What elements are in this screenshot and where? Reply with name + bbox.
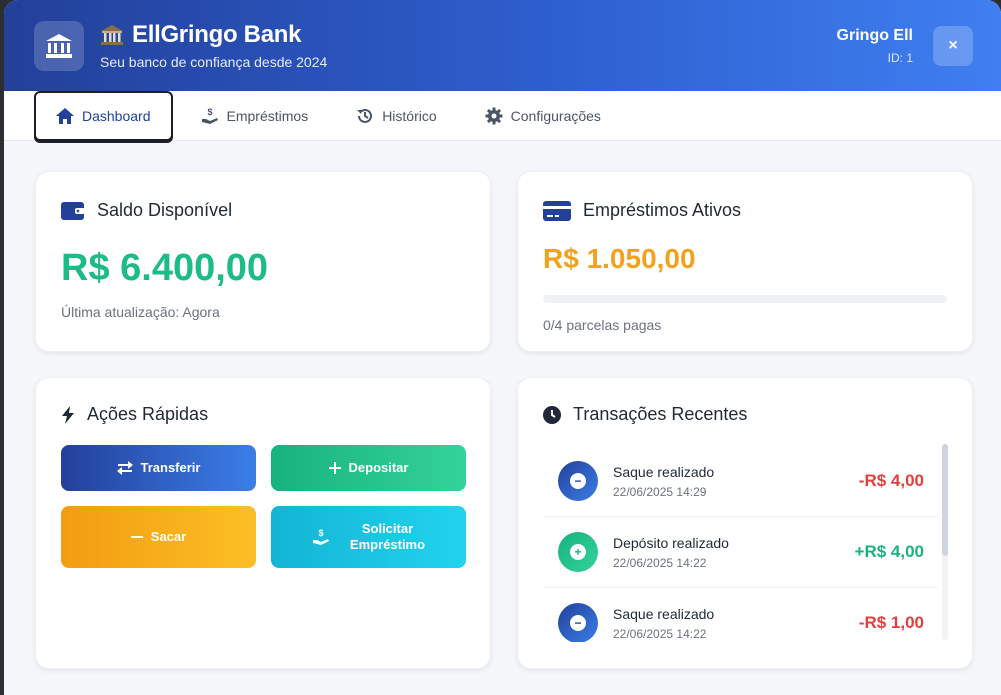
clock-icon: [543, 405, 561, 424]
hand-dollar-icon: $: [201, 107, 218, 124]
transaction-description: Saque realizado: [613, 605, 715, 622]
recent-transactions-header: Transações Recentes: [543, 404, 947, 425]
app-header: EllGringo Bank Seu banco de confiança de…: [4, 0, 1001, 91]
transaction-amount: -R$ 1,00: [858, 613, 924, 632]
withdraw-button[interactable]: Sacar: [61, 506, 256, 568]
tab-label: Dashboard: [82, 107, 151, 124]
scrollbar-thumb[interactable]: [942, 444, 948, 556]
quick-actions-title: Ações Rápidas: [87, 404, 209, 424]
lightning-icon: [62, 405, 74, 424]
loan-amount: R$ 1.050,00: [543, 243, 696, 274]
gear-icon: [485, 107, 503, 124]
home-icon: [56, 107, 74, 124]
transaction-date: 22/06/2025 14:29: [613, 484, 707, 499]
hand-dollar-icon: $: [312, 528, 329, 545]
minus-icon: [130, 536, 143, 538]
wallet-icon: [61, 201, 85, 220]
transactions-scrollbar[interactable]: [942, 444, 948, 640]
recent-transactions-title: Transações Recentes: [573, 404, 748, 424]
loans-card-title: Empréstimos Ativos: [583, 200, 742, 220]
transfer-arrows-icon: [116, 461, 133, 475]
balance-card: Saldo Disponível R$ 6.400,00 Última atua…: [35, 171, 491, 352]
quick-actions-header: Ações Rápidas: [61, 404, 465, 425]
bank-logo: [34, 20, 84, 71]
withdraw-icon: −: [558, 461, 598, 501]
close-button[interactable]: ×: [933, 25, 973, 66]
withdraw-label: Sacar: [150, 529, 187, 544]
transaction-description: Depósito realizado: [613, 534, 729, 551]
deposit-button[interactable]: Depositar: [271, 445, 466, 491]
svg-text:$: $: [318, 528, 323, 538]
transfer-button[interactable]: Transferir: [61, 445, 256, 491]
tab-history[interactable]: Histórico: [336, 92, 456, 140]
svg-text:$: $: [207, 107, 212, 117]
transfer-label: Transferir: [140, 460, 201, 475]
credit-card-icon: [543, 200, 571, 221]
tab-loans[interactable]: $ Empréstimos: [181, 92, 329, 140]
user-id: ID: 1: [887, 50, 913, 65]
history-icon: [357, 108, 373, 123]
loans-card: Empréstimos Ativos R$ 1.050,00 0/4 parce…: [517, 171, 973, 352]
transaction-row[interactable]: − Saque realizado 22/06/2025 14:29 -R$ 4…: [544, 446, 938, 517]
tab-dashboard[interactable]: Dashboard: [34, 90, 173, 141]
balance-card-title: Saldo Disponível: [97, 200, 233, 220]
transaction-row[interactable]: + Depósito realizado 22/06/2025 14:22 +R…: [544, 517, 938, 588]
app-subtitle: Seu banco de confiança desde 2024: [100, 54, 328, 70]
deposit-icon: +: [558, 532, 598, 572]
tab-label: Configurações: [510, 107, 601, 124]
app-title: EllGringo Bank: [132, 21, 302, 48]
transaction-date: 22/06/2025 14:22: [613, 555, 707, 570]
plus-icon: [328, 462, 341, 474]
request-loan-label: Solicitar Empréstimo: [350, 521, 425, 553]
request-loan-label-line2: Empréstimo: [349, 537, 426, 552]
bank-building-icon: [101, 25, 123, 45]
deposit-label: Depositar: [348, 460, 409, 475]
balance-amount: R$ 6.400,00: [61, 247, 269, 289]
quick-actions-card: Ações Rápidas Transferir Depositar Sacar…: [35, 377, 491, 669]
user-info: Gringo Ell ID: 1: [837, 27, 913, 65]
request-loan-label-line1: Solicitar: [361, 521, 414, 536]
installments-text: 0/4 parcelas pagas: [543, 317, 662, 333]
balance-updated: Última atualização: Agora: [61, 304, 220, 320]
transactions-list[interactable]: − Saque realizado 22/06/2025 14:29 -R$ 4…: [544, 446, 938, 642]
transaction-description: Saque realizado: [613, 463, 715, 480]
balance-card-header: Saldo Disponível: [61, 200, 465, 221]
transaction-amount: -R$ 4,00: [858, 471, 924, 490]
tab-settings[interactable]: Configurações: [465, 92, 621, 140]
withdraw-icon: −: [558, 603, 598, 642]
quick-actions-grid: Transferir Depositar Sacar $ Solicitar E…: [61, 445, 466, 568]
recent-transactions-card: Transações Recentes − Saque realizado 22…: [517, 377, 973, 669]
transaction-row[interactable]: − Saque realizado 22/06/2025 14:22 -R$ 1…: [544, 588, 938, 642]
tab-bar: Dashboard $ Empréstimos Histórico Config…: [4, 90, 1001, 141]
installments-progress-bar: [543, 295, 947, 303]
bank-icon: [46, 33, 72, 58]
tab-label: Empréstimos: [226, 107, 309, 124]
loans-card-header: Empréstimos Ativos: [543, 200, 947, 221]
user-name: Gringo Ell: [836, 26, 913, 44]
bank-app-window: EllGringo Bank Seu banco de confiança de…: [4, 0, 1001, 695]
transaction-date: 22/06/2025 14:22: [613, 626, 707, 641]
tab-label: Histórico: [382, 107, 437, 124]
request-loan-button[interactable]: $ Solicitar Empréstimo: [271, 506, 466, 568]
transaction-amount: +R$ 4,00: [854, 542, 924, 561]
